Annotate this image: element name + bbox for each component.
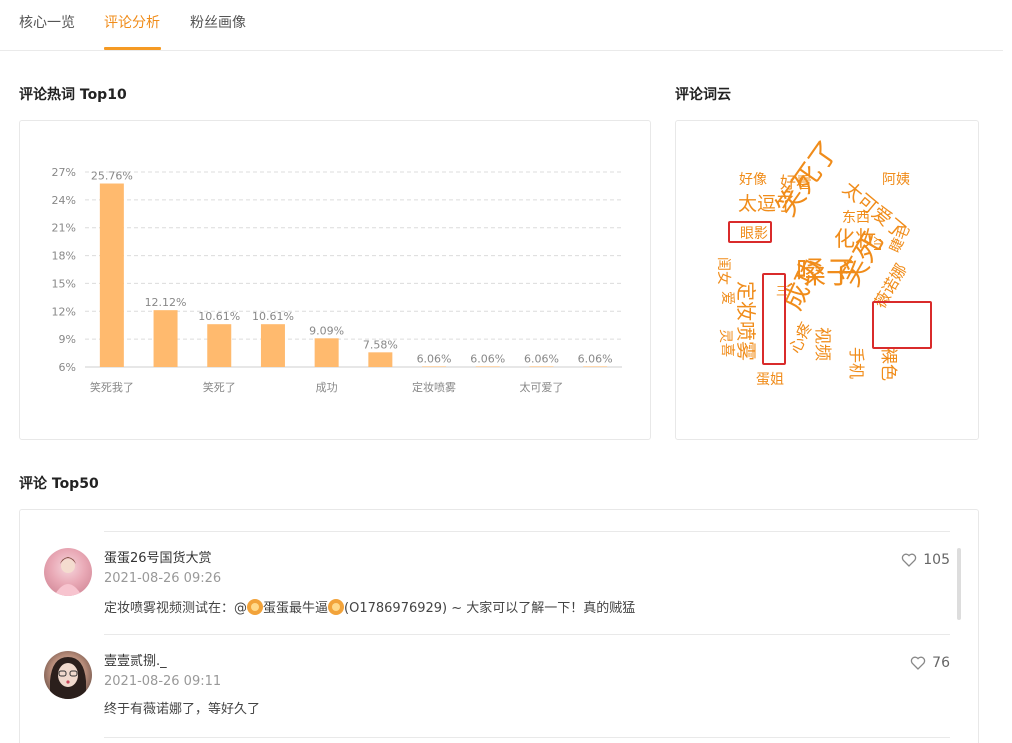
comments-scrollbar[interactable] [957, 548, 961, 620]
y-tick-label: 27% [52, 166, 76, 179]
y-tick-label: 21% [52, 222, 76, 235]
word-cloud-word: 爱 [719, 291, 735, 305]
comment-item: 蛋蛋26号国货大赏 2021-08-26 09:26 定妆喷雾视频测试在：@ 蛋蛋… [104, 548, 950, 620]
avatar-image [50, 657, 86, 699]
highlight-box [872, 301, 932, 349]
bar[interactable] [99, 183, 124, 367]
bar-data-label: 6.06% [417, 352, 452, 365]
word-cloud-word: 闺女 [715, 257, 731, 285]
comment-text: 终于有薇诺娜了，等好久了 [104, 702, 261, 717]
y-tick-label: 9% [59, 333, 76, 346]
word-cloud-word: 裸色 [878, 347, 898, 381]
comment-time: 2021-08-26 09:26 [104, 571, 222, 586]
word-cloud-word: 喜 [719, 343, 735, 357]
bar-data-label: 10.61% [252, 310, 294, 323]
y-tick-label: 18% [52, 250, 76, 263]
bar[interactable] [368, 352, 393, 367]
word-cloud-word: 阿姨 [882, 172, 910, 188]
y-tick-label: 6% [59, 361, 76, 374]
bar-data-label: 10.61% [198, 310, 240, 323]
lion-emoji-icon [328, 599, 345, 615]
comment-divider [104, 634, 950, 635]
like-count[interactable]: 76 [910, 655, 950, 671]
lion-emoji-icon [247, 599, 264, 615]
avatar[interactable] [44, 651, 92, 699]
comment-item: 壹壹贰捌._ 2021-08-26 09:11 终于有薇诺娜了，等好久了 76 [104, 651, 950, 723]
comment-divider [104, 737, 950, 738]
word-cloud-word: 手机 [847, 347, 866, 380]
word-cloud-word: 灵 [717, 329, 733, 343]
hot-words-chart-card: 6% 9% 12% 15% 18% 21% 24% 27% 25.76% 笑死我了 12.12% 10… [19, 120, 651, 440]
bar-data-label: 6.06% [578, 352, 613, 365]
bar-data-label: 6.06% [524, 352, 559, 365]
word-cloud-word: 定妆喷雾 [734, 281, 758, 361]
bar[interactable] [207, 324, 232, 367]
like-count-value: 105 [923, 552, 950, 568]
tab-fan-profile[interactable]: 粉丝画像 [190, 14, 246, 32]
x-tick-label: 笑死了 [203, 380, 236, 394]
comment-author[interactable]: 壹壹贰捌._ [104, 654, 167, 670]
like-count[interactable]: 105 [901, 552, 950, 568]
hot-words-bar-chart: 6% 9% 12% 15% 18% 21% 24% 27% 25.76% 笑死我了 12.12% 10… [52, 166, 622, 394]
x-tick-label: 定妆喷雾 [412, 380, 456, 394]
tab-core-overview[interactable]: 核心一览 [19, 14, 75, 32]
avatar-image [54, 557, 82, 596]
x-tick-label: 太可爱了 [519, 381, 563, 394]
comment-text-part: 定妆喷雾视频测试在：@ [104, 601, 248, 616]
heart-icon [902, 553, 917, 567]
comment-text: 定妆喷雾视频测试在：@ 蛋蛋最牛逼 (O1786976929) ~ 大家可以了解一下… [104, 599, 635, 617]
word-cloud-word: 心疼 [785, 319, 816, 357]
bar-data-label: 7.58% [363, 338, 398, 351]
y-tick-label: 15% [52, 277, 76, 290]
word-cloud-word: 东西 [842, 210, 870, 226]
comment-divider [104, 531, 950, 532]
x-tick-label: 笑死我了 [90, 380, 134, 394]
like-count-value: 76 [932, 655, 950, 671]
word-cloud-card: 好像 好看 阿姨 太可爱了 太逗了 笑死了 东西 化妆 眼影 嗓子 睫毛 LIY 闺女 定妆喷雾 成功 笑死薇… [675, 120, 979, 440]
tab-comment-analysis[interactable]: 评论分析 [104, 14, 160, 32]
bar-data-label: 12.12% [145, 296, 187, 309]
heart-icon [910, 656, 926, 670]
comment-text-part: (O1786976929) ~ 大家可以了解一下！真的贼猛 [344, 601, 636, 616]
word-cloud-word: 好像 [739, 172, 767, 188]
word-cloud-word: 蛋姐 [756, 372, 784, 388]
bar[interactable] [583, 366, 608, 367]
bar[interactable] [529, 366, 554, 367]
x-tick-label: 成功 [316, 381, 338, 394]
highlight-box [762, 273, 786, 365]
bar[interactable] [153, 310, 178, 367]
avatar[interactable] [44, 548, 92, 596]
word-cloud-title: 评论词云 [675, 87, 731, 103]
bar-data-label: 9.09% [309, 324, 344, 337]
bar[interactable] [314, 338, 339, 367]
comment-author[interactable]: 蛋蛋26号国货大赏 [104, 551, 212, 567]
bar[interactable] [475, 366, 500, 367]
active-tab-indicator [104, 47, 161, 50]
comment-mention[interactable]: 蛋蛋最牛逼 [263, 601, 328, 616]
comment-time: 2021-08-26 09:11 [104, 674, 222, 689]
bar[interactable] [260, 324, 285, 367]
bar-data-label: 25.76% [91, 170, 133, 183]
y-tick-label: 12% [52, 305, 76, 318]
bar[interactable] [422, 366, 447, 367]
tab-bar: 核心一览 评论分析 粉丝画像 [0, 0, 1003, 51]
highlight-box [728, 221, 772, 243]
word-cloud-word: 视频 [812, 327, 832, 361]
hot-words-title: 评论热词 Top10 [19, 87, 127, 103]
comments-title: 评论 Top50 [19, 476, 99, 492]
bar-data-label: 6.06% [470, 352, 505, 365]
y-tick-label: 24% [52, 194, 76, 207]
